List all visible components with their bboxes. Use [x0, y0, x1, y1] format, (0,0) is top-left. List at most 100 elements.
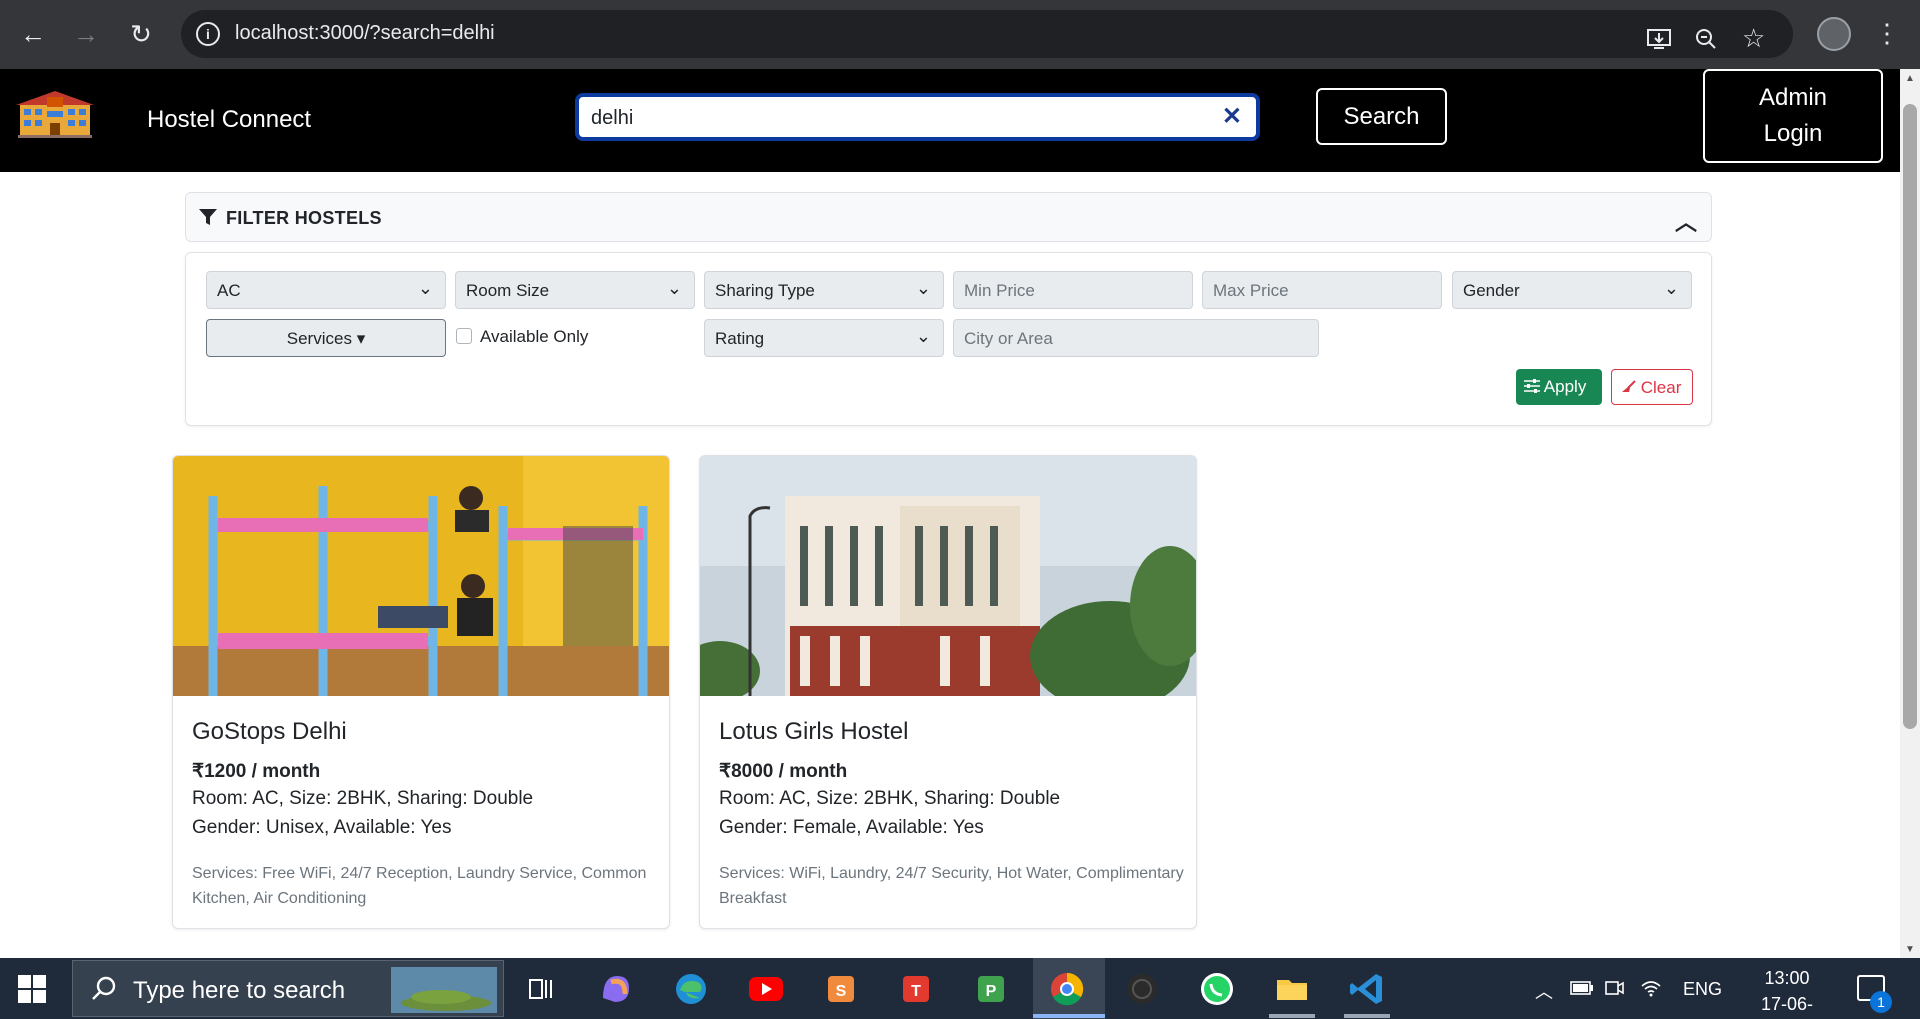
app-t-icon[interactable]: T — [895, 968, 937, 1010]
file-explorer-icon[interactable] — [1271, 968, 1313, 1010]
chrome-icon[interactable] — [1046, 968, 1088, 1010]
available-only-checkbox[interactable]: Available Only — [456, 327, 588, 347]
admin-login-line1: Admin — [1758, 84, 1828, 111]
svg-text:S: S — [836, 983, 847, 1000]
language-indicator[interactable]: ENG — [1683, 979, 1722, 1000]
hostel-gender-info: Gender: Female, Available: Yes — [719, 817, 984, 838]
gender-select-value: Gender — [1463, 281, 1520, 300]
zoom-icon[interactable] — [1695, 28, 1717, 56]
bookmark-star-icon[interactable]: ☆ — [1742, 23, 1765, 54]
hostel-price: ₹1200 / month — [192, 761, 321, 782]
reload-icon[interactable]: ↻ — [124, 17, 158, 51]
vscode-icon[interactable] — [1346, 968, 1388, 1010]
github-desktop-icon[interactable] — [1121, 968, 1163, 1010]
wifi-icon[interactable] — [1640, 978, 1662, 998]
page-scrollbar[interactable]: ▲ ▼ — [1900, 69, 1920, 958]
caret-down-icon: ▾ — [356, 329, 366, 348]
whatsapp-icon[interactable] — [1196, 968, 1238, 1010]
install-app-icon[interactable] — [1647, 28, 1671, 56]
search-icon — [92, 976, 116, 1000]
hostel-services: Services: Free WiFi, 24/7 Reception, Lau… — [192, 865, 647, 907]
show-hidden-icons-icon[interactable]: ︿ — [1535, 978, 1553, 1004]
scroll-up-icon[interactable]: ▲ — [1905, 73, 1915, 84]
chevron-up-icon[interactable]: ︿ — [1675, 205, 1697, 237]
search-field[interactable]: ✕ — [575, 93, 1260, 141]
ac-select-value: AC — [217, 281, 241, 300]
min-price-input[interactable]: Min Price — [953, 271, 1193, 309]
filter-toggle[interactable]: FILTER HOSTELS ︿ — [185, 192, 1712, 242]
services-dropdown-button[interactable]: Services ▾ — [206, 319, 446, 357]
scroll-thumb[interactable] — [1903, 104, 1917, 729]
chevron-down-icon: ⌄ — [666, 278, 682, 298]
hostel-room-info: Room: AC, Size: 2BHK, Sharing: Double — [192, 788, 534, 809]
svg-text:P: P — [986, 983, 997, 1000]
rating-select[interactable]: Rating ⌄ — [704, 319, 944, 357]
taskbar-search-text: Type here to search — [133, 977, 346, 1004]
filter-panel: AC ⌄ Room Size ⌄ Sharing Type ⌄ Min Price M… — [185, 252, 1712, 426]
hostel-name[interactable]: Lotus Girls Hostel — [719, 718, 908, 746]
search-highlight-image — [391, 967, 497, 1013]
clock-time: 13:00 — [1764, 968, 1810, 988]
app-navbar: Hostel Connect ✕ Search Admin Login — [0, 69, 1900, 172]
app-p-icon[interactable]: P — [970, 968, 1012, 1010]
battery-icon[interactable] — [1570, 980, 1594, 996]
ac-select[interactable]: AC ⌄ — [206, 271, 446, 309]
hostel-gender-info: Gender: Unisex, Available: Yes — [192, 817, 452, 838]
edge-browser-icon[interactable] — [670, 968, 712, 1010]
address-url[interactable]: localhost:3000/?search=delhi — [235, 22, 495, 45]
city-area-input[interactable]: City or Area — [953, 319, 1319, 357]
meet-camera-icon[interactable] — [1605, 978, 1625, 998]
clear-label: Clear — [1640, 378, 1682, 397]
app-s-icon[interactable]: S — [820, 968, 862, 1010]
hostel-photo — [700, 456, 1196, 696]
browser-menu-icon[interactable]: ⋮ — [1874, 18, 1900, 49]
notification-badge: 1 — [1870, 991, 1892, 1013]
scroll-down-icon[interactable]: ▼ — [1905, 944, 1915, 955]
forward-arrow-icon[interactable]: → — [69, 17, 103, 51]
task-view-icon[interactable] — [520, 968, 562, 1010]
admin-login-line2: Login — [1763, 120, 1823, 147]
filter-title: FILTER HOSTELS — [226, 208, 382, 228]
chevron-down-icon: ⌄ — [915, 278, 931, 298]
taskbar-search-box[interactable]: Type here to search — [72, 960, 504, 1017]
filter-funnel-icon — [199, 209, 217, 225]
windows-start-icon[interactable] — [18, 975, 46, 1003]
hostel-card[interactable]: Lotus Girls Hostel ₹8000 / month Room: A… — [699, 455, 1197, 929]
copilot-icon[interactable] — [595, 968, 637, 1010]
back-arrow-icon[interactable]: ← — [16, 17, 50, 51]
available-only-label: Available Only — [480, 327, 589, 346]
site-info-icon[interactable]: i — [196, 22, 220, 46]
sliders-icon — [1524, 379, 1540, 393]
gender-select[interactable]: Gender ⌄ — [1452, 271, 1692, 309]
svg-text:T: T — [911, 983, 921, 1000]
clock-date: 17-06-2025 — [1760, 994, 1814, 1014]
sharing-type-value: Sharing Type — [715, 281, 815, 300]
hostel-name[interactable]: GoStops Delhi — [192, 718, 347, 746]
youtube-icon[interactable] — [745, 968, 787, 1010]
hostel-logo-icon[interactable] — [14, 89, 96, 139]
hostel-card[interactable]: GoStops Delhi ₹1200 / month Room: AC, Si… — [172, 455, 670, 929]
chevron-down-icon: ⌄ — [915, 326, 931, 346]
hostel-room-info: Room: AC, Size: 2BHK, Sharing: Double — [719, 788, 1061, 809]
sharing-type-select[interactable]: Sharing Type ⌄ — [704, 271, 944, 309]
vscode-open-indicator — [1344, 1014, 1390, 1018]
profile-avatar-icon[interactable] — [1817, 17, 1851, 51]
admin-login-button[interactable]: Admin Login — [1703, 69, 1883, 163]
room-size-select[interactable]: Room Size ⌄ — [455, 271, 695, 309]
clear-button[interactable]: Clear — [1611, 369, 1693, 405]
max-price-input[interactable]: Max Price — [1202, 271, 1442, 309]
brand-title[interactable]: Hostel Connect — [147, 106, 311, 134]
address-bar[interactable]: i localhost:3000/?search=delhi ☆ — [181, 10, 1793, 58]
hostel-price: ₹8000 / month — [719, 761, 848, 782]
apply-button[interactable]: Apply — [1516, 369, 1602, 405]
chrome-active-indicator — [1033, 1014, 1105, 1018]
hostel-photo — [173, 456, 669, 696]
search-button[interactable]: Search — [1316, 88, 1447, 145]
system-clock[interactable]: 13:00 17-06-2025 — [1745, 965, 1829, 1019]
checkbox-icon[interactable] — [456, 328, 472, 344]
chevron-down-icon: ⌄ — [1663, 278, 1679, 298]
rating-select-value: Rating — [715, 329, 765, 348]
clear-search-icon[interactable]: ✕ — [1222, 102, 1242, 131]
search-input[interactable] — [591, 105, 1191, 131]
services-label: Services — [286, 329, 352, 348]
